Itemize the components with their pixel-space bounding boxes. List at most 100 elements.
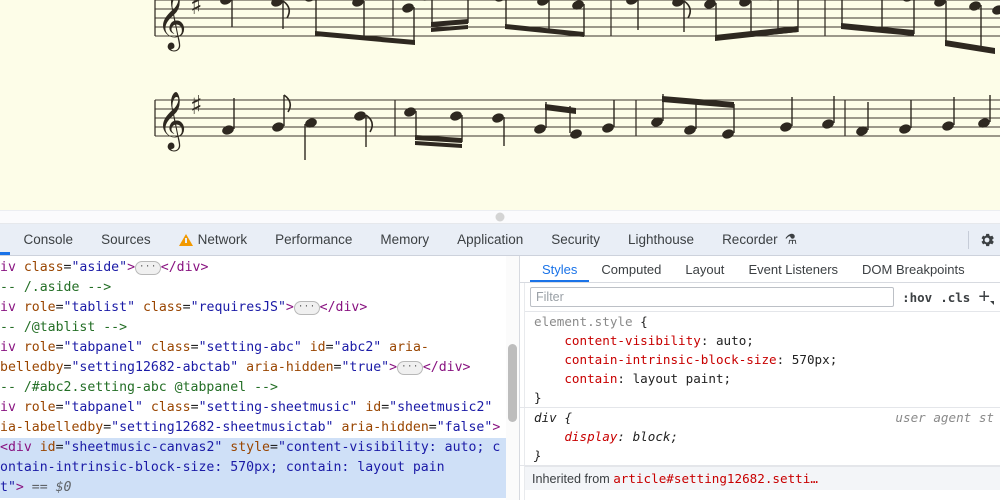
page-content-sheet-music: 𝄞 ♯ xyxy=(0,0,1000,210)
music-staff-2: 𝄞 ♯ xyxy=(0,82,1000,182)
tab-computed[interactable]: Computed xyxy=(589,256,673,282)
inherited-from-source: article#setting12682.setti… xyxy=(613,471,818,486)
code-token: = xyxy=(191,340,199,355)
dom-tree-line[interactable]: ontain-intrinsic-block-size: 570px; cont… xyxy=(0,458,519,478)
drag-handle-icon[interactable] xyxy=(496,213,505,222)
css-property[interactable]: content-visibility xyxy=(534,333,701,348)
code-token: > xyxy=(16,480,32,495)
tab-styles[interactable]: Styles xyxy=(530,256,589,282)
code-token: = xyxy=(183,300,191,315)
tab-sources[interactable]: Sources xyxy=(87,224,165,255)
code-token: = xyxy=(191,400,199,415)
gear-icon[interactable] xyxy=(978,231,996,249)
dom-tree-line[interactable]: iv class="aside">···</div> xyxy=(0,258,519,278)
svg-text:𝄞: 𝄞 xyxy=(157,0,187,52)
dom-tree-line[interactable]: iv role="tabpanel" class="setting-sheetm… xyxy=(0,398,519,418)
code-token: -- /@tablist --> xyxy=(0,320,127,335)
code-token: role xyxy=(24,400,56,415)
code-token: "true" xyxy=(341,360,389,375)
dom-tree-line[interactable]: iv role="tablist" class="requiresJS">···… xyxy=(0,298,519,318)
code-token: = xyxy=(381,400,389,415)
tab-console-label: Console xyxy=(24,232,74,247)
css-property[interactable]: contain-intrinsic-block-size xyxy=(534,352,777,367)
code-token: id xyxy=(310,340,326,355)
tab-performance-label: Performance xyxy=(275,232,352,247)
new-style-rule-button[interactable]: + xyxy=(978,290,994,304)
code-token: "tabpanel" xyxy=(64,400,143,415)
tab-performance[interactable]: Performance xyxy=(261,224,366,255)
css-property[interactable]: contain xyxy=(534,371,617,386)
tab-layout[interactable]: Layout xyxy=(673,256,736,282)
styles-filter-row: :hov .cls + xyxy=(520,283,1000,312)
styles-rules-list: element.style { content-visibility: auto… xyxy=(520,312,1000,466)
code-token: belledby xyxy=(0,360,64,375)
style-rule[interactable]: user agent stdiv { display: block;} xyxy=(520,407,1000,466)
code-token xyxy=(143,340,151,355)
code-token: = xyxy=(429,420,437,435)
dom-tree-line[interactable]: -- /#abc2.setting-abc @tabpanel --> xyxy=(0,378,519,398)
music-staff-1: 𝄞 ♯ xyxy=(0,0,1000,77)
code-token: "setting-sheetmusic" xyxy=(199,400,358,415)
tab-console[interactable]: Console xyxy=(10,224,88,255)
css-declaration[interactable]: display: block; xyxy=(534,427,1000,446)
code-token: == xyxy=(32,480,56,495)
style-rule[interactable]: element.style { content-visibility: auto… xyxy=(520,312,1000,407)
code-token: "false" xyxy=(437,420,493,435)
devtools-resize-splitter[interactable] xyxy=(0,210,1000,224)
dom-tree-line[interactable]: t"> == $0 xyxy=(0,478,519,498)
tab-security[interactable]: Security xyxy=(537,224,614,255)
code-token: = xyxy=(103,420,111,435)
tab-dom-breakpoints-label: DOM Breakpoints xyxy=(862,262,965,277)
dom-tree-line[interactable]: ia-labelledby="setting12682-sheetmusicta… xyxy=(0,418,519,438)
svg-text:♯: ♯ xyxy=(190,91,203,121)
code-token: "content-visibility: auto; c xyxy=(278,440,500,455)
collapsed-children-icon[interactable]: ··· xyxy=(135,261,161,275)
dom-tree-scrollbar-thumb[interactable] xyxy=(508,344,517,422)
code-token: = xyxy=(56,300,64,315)
css-declaration[interactable]: content-visibility: auto; xyxy=(534,331,1000,350)
dom-tree-line[interactable]: <div id="sheetmusic-canvas2" style="cont… xyxy=(0,438,519,458)
collapsed-children-icon[interactable]: ··· xyxy=(397,361,423,375)
cls-toggle-button[interactable]: .cls xyxy=(940,290,970,305)
code-token: $0 xyxy=(56,480,72,495)
hov-toggle-button[interactable]: :hov xyxy=(902,290,932,305)
tab-memory[interactable]: Memory xyxy=(366,224,443,255)
dom-tree-line[interactable]: iv role="tabpanel" class="setting-abc" i… xyxy=(0,338,519,358)
style-rule-selector[interactable]: element.style { xyxy=(534,312,1000,331)
devtools-toolbar-right xyxy=(961,224,1000,255)
dom-tree-line[interactable]: -- /.aside --> xyxy=(0,278,519,298)
css-value[interactable]: : auto; xyxy=(701,333,754,348)
warning-triangle-icon xyxy=(179,234,193,246)
code-token: class xyxy=(151,400,191,415)
devtools-window: ents Console Sources Network Performance… xyxy=(0,224,1000,500)
tab-event-listeners[interactable]: Event Listeners xyxy=(736,256,850,282)
css-value[interactable]: : 570px; xyxy=(777,352,838,367)
tab-recorder[interactable]: Recorder ⚗ xyxy=(708,224,811,255)
code-token: ontain-intrinsic-block-size: 570px; cont… xyxy=(0,460,445,475)
code-token: "tablist" xyxy=(64,300,135,315)
css-property[interactable]: display xyxy=(534,429,617,444)
dom-tree-scrollbar-track[interactable] xyxy=(506,256,519,500)
tab-elements[interactable]: ents xyxy=(0,224,10,255)
dom-tree-line[interactable]: -- /@tablist --> xyxy=(0,318,519,338)
code-token: </div> xyxy=(423,360,471,375)
code-token: role xyxy=(24,300,56,315)
css-value[interactable]: : layout paint; xyxy=(617,371,731,386)
code-token: "sheetmusic2" xyxy=(389,400,492,415)
styles-filter-input[interactable] xyxy=(530,287,894,307)
dom-tree-code[interactable]: iv class="aside">···</div>-- /.aside -->… xyxy=(0,256,519,500)
tab-lighthouse[interactable]: Lighthouse xyxy=(614,224,708,255)
tab-application[interactable]: Application xyxy=(443,224,537,255)
code-token: </div> xyxy=(320,300,368,315)
css-declaration[interactable]: contain-intrinsic-block-size: 570px; xyxy=(534,350,1000,369)
code-token: "tabpanel" xyxy=(64,340,143,355)
dom-tree-line[interactable]: belledby="setting12682-abctab" aria-hidd… xyxy=(0,358,519,378)
collapsed-children-icon[interactable]: ··· xyxy=(294,301,320,315)
css-declaration[interactable]: contain: layout paint; xyxy=(534,369,1000,388)
tab-dom-breakpoints[interactable]: DOM Breakpoints xyxy=(850,256,977,282)
tab-network[interactable]: Network xyxy=(165,224,262,255)
inherited-from-label: Inherited from xyxy=(532,472,613,486)
dom-tree-pane[interactable]: iv class="aside">···</div>-- /.aside -->… xyxy=(0,256,520,500)
flask-icon: ⚗ xyxy=(785,231,798,248)
css-value[interactable]: : block; xyxy=(617,429,678,444)
